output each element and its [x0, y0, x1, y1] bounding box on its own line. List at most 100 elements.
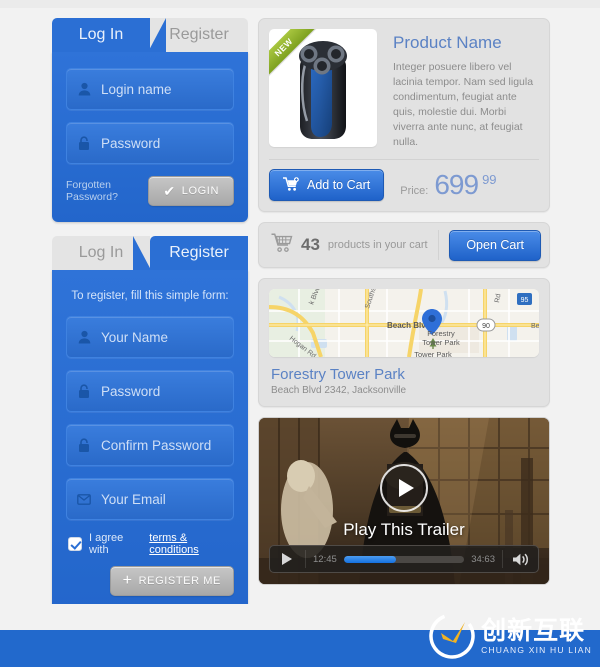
logo-pinyin: CHUANG XIN HU LIAN — [481, 644, 592, 655]
svg-text:90: 90 — [482, 323, 490, 330]
video-total-time: 34:63 — [471, 553, 495, 565]
svg-text:95: 95 — [521, 297, 529, 304]
login-password-input[interactable]: Password — [66, 122, 234, 164]
price-cents: 99 — [482, 172, 497, 187]
login-name-input[interactable]: Login name — [66, 68, 234, 110]
map-address: Beach Blvd 2342, Jacksonville — [271, 385, 407, 396]
control-divider — [305, 550, 306, 568]
terms-text: I agree with — [89, 532, 124, 556]
product-card: NEW Product Name Integer posuere libero … — [258, 18, 550, 212]
svg-text:Be: Be — [531, 323, 539, 330]
cart-divider — [438, 230, 440, 260]
register-tabs: Log In Register — [52, 236, 248, 270]
volume-icon — [513, 553, 528, 565]
login-panel-body: Login name Password Forgotten Password? … — [52, 52, 248, 222]
play-icon — [282, 553, 292, 565]
video-controls: 12:45 34:63 — [269, 545, 539, 573]
add-to-cart-button[interactable]: Add to Cart — [269, 169, 385, 201]
confirm-password-input[interactable]: Confirm Password — [66, 424, 234, 466]
left-column: Log In Register Login name Password Forg… — [52, 18, 248, 612]
product-top: NEW Product Name Integer posuere libero … — [269, 29, 539, 150]
register-footer: + REGISTER ME — [66, 566, 234, 596]
login-panel: Log In Register Login name Password Forg… — [52, 18, 248, 222]
register-me-label: REGISTER ME — [138, 575, 221, 587]
tab-register-label: Register — [169, 26, 229, 43]
register-panel: Log In Register To register, fill this s… — [52, 236, 248, 612]
video-play-button[interactable] — [276, 553, 298, 565]
map-svg: Beach Blvd Southside k Blvd Hogan Rd Rd … — [269, 289, 539, 357]
cart-bar: 43 products in your cart Open Cart — [258, 222, 550, 268]
logo-chinese: 创新互联 — [481, 615, 586, 645]
login-tabs: Log In Register — [52, 18, 248, 52]
register-password-placeholder: Password — [101, 383, 161, 399]
cart-icon — [271, 233, 293, 257]
open-cart-label: Open Cart — [466, 238, 524, 252]
register-me-button[interactable]: + REGISTER ME — [109, 566, 234, 596]
video-player[interactable]: Play This Trailer 12:45 34:63 — [258, 417, 550, 585]
price-amount: 699 — [434, 169, 479, 200]
user-icon — [67, 82, 101, 96]
video-progress-fill — [343, 555, 396, 563]
logo-text: 创新互联 CHUANG XIN HU LIAN — [481, 618, 592, 655]
tab-login-label-2: Log In — [78, 244, 124, 261]
price-block: Price: 699 99 — [400, 169, 498, 201]
site-logo[interactable]: 创新互联 CHUANG XIN HU LIAN — [429, 613, 592, 659]
your-email-input[interactable]: Your Email — [66, 478, 234, 520]
play-triangle-icon — [398, 479, 414, 497]
product-info: Product Name Integer posuere libero vel … — [393, 29, 539, 150]
tab-login-label: Log In — [78, 26, 124, 43]
route-shield-90: 90 — [476, 318, 496, 332]
login-name-placeholder: Login name — [101, 81, 172, 97]
forgotten-password-link[interactable]: Forgotten Password? — [66, 179, 136, 203]
terms-and-conditions-link[interactable]: terms & conditions — [149, 532, 234, 556]
product-bottom: Add to Cart Price: 699 99 — [269, 169, 539, 201]
lock-icon — [67, 437, 101, 453]
terms-row: I agree with terms & conditions — [68, 532, 234, 556]
register-panel-body: To register, fill this simple form: Your… — [52, 270, 248, 612]
tab-login-active[interactable]: Log In — [52, 18, 166, 52]
product-description: Integer posuere libero vel lacinia tempo… — [393, 61, 534, 148]
video-play-label: Play This Trailer — [343, 520, 465, 539]
play-button-overlay[interactable] — [380, 464, 428, 512]
your-email-placeholder: Your Email — [101, 491, 166, 507]
tab-register-label-2: Register — [169, 244, 229, 261]
volume-button[interactable] — [510, 553, 532, 566]
login-button[interactable]: ✔ LOGIN — [148, 176, 234, 206]
add-to-cart-label: Add to Cart — [307, 178, 371, 192]
price-label: Price: — [400, 185, 429, 197]
terms-checkbox[interactable] — [68, 537, 82, 551]
user-icon — [67, 330, 101, 344]
video-progress-bar[interactable] — [343, 555, 465, 563]
your-name-placeholder: Your Name — [101, 329, 169, 345]
confirm-password-placeholder: Confirm Password — [101, 437, 212, 453]
right-column: NEW Product Name Integer posuere libero … — [258, 18, 550, 585]
login-button-label: LOGIN — [181, 185, 219, 197]
register-password-input[interactable]: Password — [66, 370, 234, 412]
map-card: Beach Blvd Southside k Blvd Hogan Rd Rd … — [258, 278, 550, 407]
shaver-illustration — [299, 41, 347, 139]
lock-icon — [67, 135, 101, 151]
login-footer: Forgotten Password? ✔ LOGIN — [66, 176, 234, 206]
logo-mark-icon — [429, 613, 475, 659]
product-title: Product Name — [393, 33, 502, 52]
cart-summary: 43 products in your cart — [271, 233, 438, 257]
check-icon: ✔ — [163, 182, 176, 199]
envelope-icon — [67, 493, 101, 505]
video-current-time: 12:45 — [313, 553, 337, 565]
login-password-placeholder: Password — [101, 135, 161, 151]
cart-text: products in your cart — [327, 239, 428, 251]
page-root: Log In Register Login name Password Forg… — [0, 0, 600, 667]
lock-icon — [67, 383, 101, 399]
map-image[interactable]: Beach Blvd Southside k Blvd Hogan Rd Rd … — [269, 289, 539, 357]
tab-register-active[interactable]: Register — [133, 236, 248, 270]
control-divider-2 — [502, 550, 503, 568]
product-image[interactable]: NEW — [269, 29, 377, 147]
your-name-input[interactable]: Your Name — [66, 316, 234, 358]
top-strip — [0, 0, 600, 8]
route-shield-95: 95 — [517, 293, 532, 305]
register-hint: To register, fill this simple form: — [71, 290, 229, 302]
svg-text:Tower Park: Tower Park — [414, 350, 452, 357]
open-cart-button[interactable]: Open Cart — [449, 229, 541, 261]
footer-bar: 创新互联 CHUANG XIN HU LIAN — [0, 613, 600, 667]
map-title: Forestry Tower Park — [271, 366, 405, 383]
